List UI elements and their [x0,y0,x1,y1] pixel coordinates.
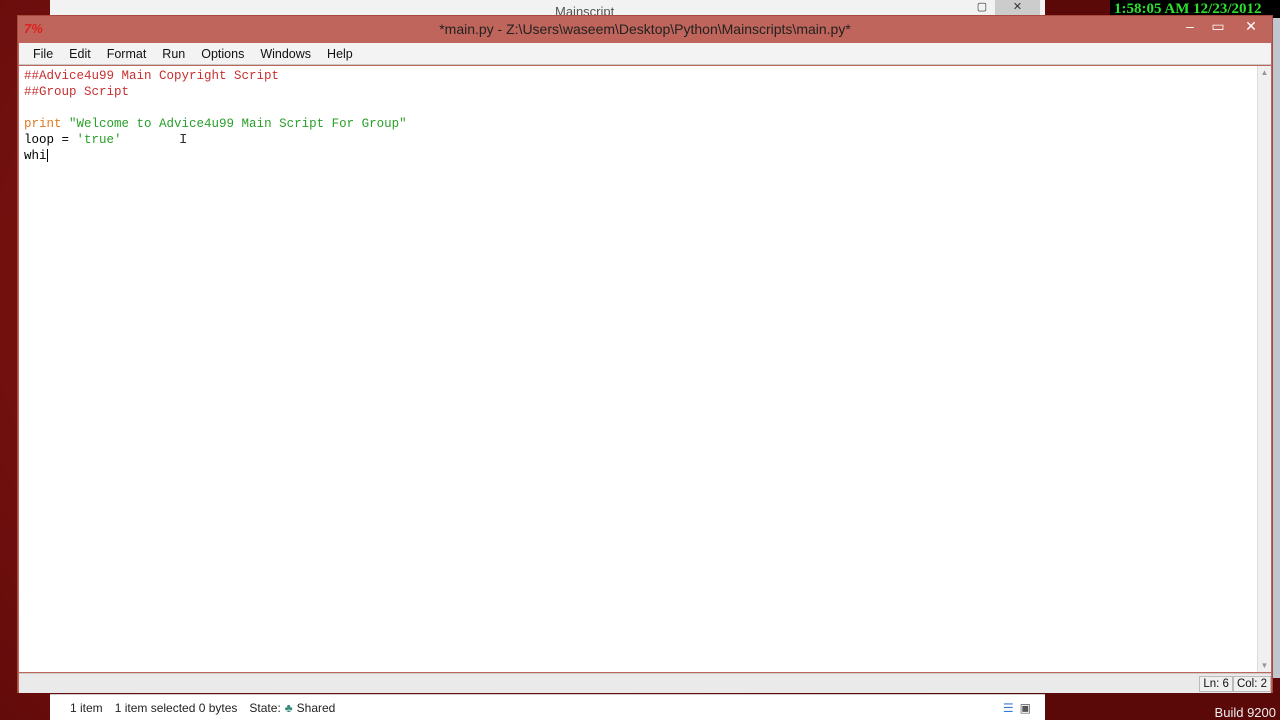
code-assignment: loop = [24,133,77,147]
code-string-welcome: "Welcome to Advice4u99 Main Script For G… [69,117,407,131]
menu-options[interactable]: Options [193,43,252,64]
shared-icon: ♣ [284,700,293,715]
code-line-2: ##Group Script [24,85,130,99]
close-icon[interactable]: ✕ [995,0,1040,16]
state-value: Shared [296,700,336,715]
menu-bar: File Edit Format Run Options Windows Hel… [19,43,1271,65]
item-count: 1 item [70,700,103,715]
code-line-1: ##Advice4u99 Main Copyright Script [24,69,280,83]
title-bar[interactable]: 7% *main.py - Z:\Users\waseem\Desktop\Py… [18,16,1272,43]
menu-file[interactable]: File [25,43,61,64]
column-number: Col: 2 [1232,676,1271,692]
selection-info: 1 item selected 0 bytes [114,700,238,715]
code-string-true: 'true' [76,133,122,147]
scroll-down-icon[interactable]: ▼ [1258,659,1271,672]
menu-edit[interactable]: Edit [61,43,99,64]
idle-editor-window: 7% *main.py - Z:\Users\waseem\Desktop\Py… [17,15,1273,693]
code-editor[interactable]: ##Advice4u99 Main Copyright Script ##Gro… [19,66,1257,672]
status-bar: Ln: 6 Col: 2 [19,673,1271,693]
code-line-6: whi [24,149,47,163]
maximize-icon[interactable]: ▭ [1204,16,1232,36]
menu-help[interactable]: Help [319,43,361,64]
scroll-up-icon[interactable]: ▲ [1258,66,1271,79]
menu-format[interactable]: Format [99,43,155,64]
vertical-scrollbar[interactable]: ▲ ▼ [1257,66,1271,672]
menu-windows[interactable]: Windows [252,43,319,64]
minimize-icon[interactable]: – [1176,16,1204,36]
close-icon[interactable]: ✕ [1232,16,1270,36]
window-title: *main.py - Z:\Users\waseem\Desktop\Pytho… [439,21,851,37]
state-label: State: [249,700,281,715]
details-view-icon[interactable]: ☰ [1003,701,1014,715]
large-icons-view-icon[interactable]: ▣ [1020,701,1031,715]
code-keyword-print: print [24,117,62,131]
text-caret [46,149,48,163]
menu-run[interactable]: Run [154,43,193,64]
explorer-status-bar: 1 item 1 item selected 0 bytes State: ♣ … [50,694,1045,720]
line-number: Ln: 6 [1199,676,1233,692]
ibeam-cursor-icon: I [179,132,188,148]
maximize-icon[interactable]: ▢ [975,0,989,16]
windows-build-watermark: Build 9200 [1214,705,1276,720]
desktop-strip [1273,18,1280,678]
